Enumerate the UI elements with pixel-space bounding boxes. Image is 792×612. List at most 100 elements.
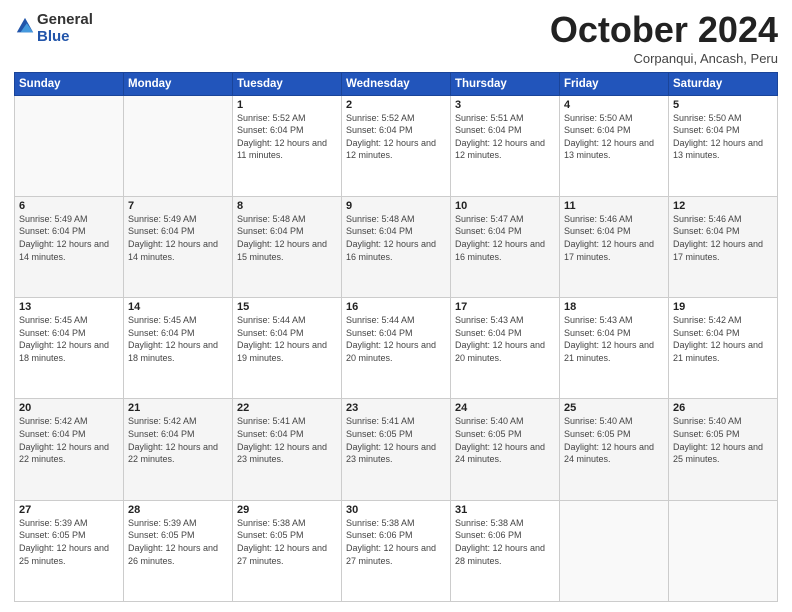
day-number: 13 <box>19 301 119 313</box>
day-info: Sunrise: 5:38 AM Sunset: 6:06 PM Dayligh… <box>346 517 446 567</box>
day-number: 17 <box>455 301 555 313</box>
calendar-day-cell: 20Sunrise: 5:42 AM Sunset: 6:04 PM Dayli… <box>15 399 124 500</box>
month-title: October 2024 <box>550 10 778 50</box>
day-info: Sunrise: 5:40 AM Sunset: 6:05 PM Dayligh… <box>455 415 555 465</box>
logo-blue-text: Blue <box>37 28 70 45</box>
calendar-day-cell: 24Sunrise: 5:40 AM Sunset: 6:05 PM Dayli… <box>451 399 560 500</box>
calendar-day-cell <box>669 500 778 601</box>
day-info: Sunrise: 5:52 AM Sunset: 6:04 PM Dayligh… <box>346 112 446 162</box>
calendar-day-cell: 12Sunrise: 5:46 AM Sunset: 6:04 PM Dayli… <box>669 196 778 297</box>
day-number: 12 <box>673 200 773 212</box>
day-info: Sunrise: 5:42 AM Sunset: 6:04 PM Dayligh… <box>128 415 228 465</box>
day-number: 14 <box>128 301 228 313</box>
calendar-day-cell: 15Sunrise: 5:44 AM Sunset: 6:04 PM Dayli… <box>233 298 342 399</box>
day-info: Sunrise: 5:38 AM Sunset: 6:05 PM Dayligh… <box>237 517 337 567</box>
calendar-day-cell: 4Sunrise: 5:50 AM Sunset: 6:04 PM Daylig… <box>560 95 669 196</box>
calendar-week-row: 1Sunrise: 5:52 AM Sunset: 6:04 PM Daylig… <box>15 95 778 196</box>
logo: General Blue <box>14 10 93 45</box>
day-info: Sunrise: 5:39 AM Sunset: 6:05 PM Dayligh… <box>128 517 228 567</box>
day-info: Sunrise: 5:45 AM Sunset: 6:04 PM Dayligh… <box>19 314 119 364</box>
calendar-day-cell: 30Sunrise: 5:38 AM Sunset: 6:06 PM Dayli… <box>342 500 451 601</box>
day-info: Sunrise: 5:47 AM Sunset: 6:04 PM Dayligh… <box>455 213 555 263</box>
day-info: Sunrise: 5:42 AM Sunset: 6:04 PM Dayligh… <box>673 314 773 364</box>
calendar-day-cell: 14Sunrise: 5:45 AM Sunset: 6:04 PM Dayli… <box>124 298 233 399</box>
calendar-header-cell: Friday <box>560 72 669 95</box>
day-info: Sunrise: 5:46 AM Sunset: 6:04 PM Dayligh… <box>673 213 773 263</box>
calendar-day-cell: 28Sunrise: 5:39 AM Sunset: 6:05 PM Dayli… <box>124 500 233 601</box>
day-number: 30 <box>346 504 446 516</box>
day-number: 31 <box>455 504 555 516</box>
day-info: Sunrise: 5:51 AM Sunset: 6:04 PM Dayligh… <box>455 112 555 162</box>
day-number: 20 <box>19 402 119 414</box>
day-info: Sunrise: 5:48 AM Sunset: 6:04 PM Dayligh… <box>346 213 446 263</box>
calendar-header-row: SundayMondayTuesdayWednesdayThursdayFrid… <box>15 72 778 95</box>
day-info: Sunrise: 5:43 AM Sunset: 6:04 PM Dayligh… <box>564 314 664 364</box>
day-info: Sunrise: 5:49 AM Sunset: 6:04 PM Dayligh… <box>128 213 228 263</box>
calendar-day-cell: 17Sunrise: 5:43 AM Sunset: 6:04 PM Dayli… <box>451 298 560 399</box>
day-number: 27 <box>19 504 119 516</box>
calendar-day-cell: 2Sunrise: 5:52 AM Sunset: 6:04 PM Daylig… <box>342 95 451 196</box>
calendar-header-cell: Monday <box>124 72 233 95</box>
day-number: 22 <box>237 402 337 414</box>
calendar-day-cell: 27Sunrise: 5:39 AM Sunset: 6:05 PM Dayli… <box>15 500 124 601</box>
day-number: 24 <box>455 402 555 414</box>
day-number: 25 <box>564 402 664 414</box>
day-info: Sunrise: 5:45 AM Sunset: 6:04 PM Dayligh… <box>128 314 228 364</box>
day-number: 1 <box>237 99 337 111</box>
day-number: 23 <box>346 402 446 414</box>
day-number: 18 <box>564 301 664 313</box>
calendar-day-cell: 10Sunrise: 5:47 AM Sunset: 6:04 PM Dayli… <box>451 196 560 297</box>
calendar-day-cell: 9Sunrise: 5:48 AM Sunset: 6:04 PM Daylig… <box>342 196 451 297</box>
header: General Blue October 2024 Corpanqui, Anc… <box>14 10 778 66</box>
day-number: 21 <box>128 402 228 414</box>
day-info: Sunrise: 5:40 AM Sunset: 6:05 PM Dayligh… <box>564 415 664 465</box>
day-number: 6 <box>19 200 119 212</box>
day-info: Sunrise: 5:38 AM Sunset: 6:06 PM Dayligh… <box>455 517 555 567</box>
location-subtitle: Corpanqui, Ancash, Peru <box>550 51 778 66</box>
calendar-day-cell: 11Sunrise: 5:46 AM Sunset: 6:04 PM Dayli… <box>560 196 669 297</box>
day-number: 15 <box>237 301 337 313</box>
calendar-day-cell <box>560 500 669 601</box>
day-info: Sunrise: 5:41 AM Sunset: 6:05 PM Dayligh… <box>346 415 446 465</box>
calendar-day-cell: 13Sunrise: 5:45 AM Sunset: 6:04 PM Dayli… <box>15 298 124 399</box>
day-info: Sunrise: 5:52 AM Sunset: 6:04 PM Dayligh… <box>237 112 337 162</box>
calendar-day-cell: 5Sunrise: 5:50 AM Sunset: 6:04 PM Daylig… <box>669 95 778 196</box>
day-number: 19 <box>673 301 773 313</box>
calendar-header-cell: Saturday <box>669 72 778 95</box>
day-info: Sunrise: 5:40 AM Sunset: 6:05 PM Dayligh… <box>673 415 773 465</box>
calendar-week-row: 6Sunrise: 5:49 AM Sunset: 6:04 PM Daylig… <box>15 196 778 297</box>
calendar-day-cell: 6Sunrise: 5:49 AM Sunset: 6:04 PM Daylig… <box>15 196 124 297</box>
day-info: Sunrise: 5:41 AM Sunset: 6:04 PM Dayligh… <box>237 415 337 465</box>
day-info: Sunrise: 5:39 AM Sunset: 6:05 PM Dayligh… <box>19 517 119 567</box>
day-number: 2 <box>346 99 446 111</box>
logo-icon <box>15 16 35 36</box>
calendar-body: 1Sunrise: 5:52 AM Sunset: 6:04 PM Daylig… <box>15 95 778 601</box>
page: General Blue October 2024 Corpanqui, Anc… <box>0 0 792 612</box>
calendar-day-cell: 25Sunrise: 5:40 AM Sunset: 6:05 PM Dayli… <box>560 399 669 500</box>
day-number: 7 <box>128 200 228 212</box>
calendar-day-cell: 16Sunrise: 5:44 AM Sunset: 6:04 PM Dayli… <box>342 298 451 399</box>
calendar-day-cell: 8Sunrise: 5:48 AM Sunset: 6:04 PM Daylig… <box>233 196 342 297</box>
day-info: Sunrise: 5:42 AM Sunset: 6:04 PM Dayligh… <box>19 415 119 465</box>
calendar-week-row: 20Sunrise: 5:42 AM Sunset: 6:04 PM Dayli… <box>15 399 778 500</box>
calendar-header-cell: Wednesday <box>342 72 451 95</box>
day-info: Sunrise: 5:46 AM Sunset: 6:04 PM Dayligh… <box>564 213 664 263</box>
calendar-day-cell: 29Sunrise: 5:38 AM Sunset: 6:05 PM Dayli… <box>233 500 342 601</box>
calendar-table: SundayMondayTuesdayWednesdayThursdayFrid… <box>14 72 778 602</box>
day-number: 28 <box>128 504 228 516</box>
day-info: Sunrise: 5:43 AM Sunset: 6:04 PM Dayligh… <box>455 314 555 364</box>
day-info: Sunrise: 5:48 AM Sunset: 6:04 PM Dayligh… <box>237 213 337 263</box>
calendar-day-cell: 23Sunrise: 5:41 AM Sunset: 6:05 PM Dayli… <box>342 399 451 500</box>
calendar-header-cell: Thursday <box>451 72 560 95</box>
calendar-day-cell <box>124 95 233 196</box>
calendar-day-cell: 21Sunrise: 5:42 AM Sunset: 6:04 PM Dayli… <box>124 399 233 500</box>
calendar-header-cell: Sunday <box>15 72 124 95</box>
day-info: Sunrise: 5:44 AM Sunset: 6:04 PM Dayligh… <box>237 314 337 364</box>
calendar-header-cell: Tuesday <box>233 72 342 95</box>
day-number: 29 <box>237 504 337 516</box>
calendar-day-cell <box>15 95 124 196</box>
day-info: Sunrise: 5:49 AM Sunset: 6:04 PM Dayligh… <box>19 213 119 263</box>
title-block: October 2024 Corpanqui, Ancash, Peru <box>550 10 778 66</box>
calendar-day-cell: 22Sunrise: 5:41 AM Sunset: 6:04 PM Dayli… <box>233 399 342 500</box>
day-info: Sunrise: 5:50 AM Sunset: 6:04 PM Dayligh… <box>564 112 664 162</box>
